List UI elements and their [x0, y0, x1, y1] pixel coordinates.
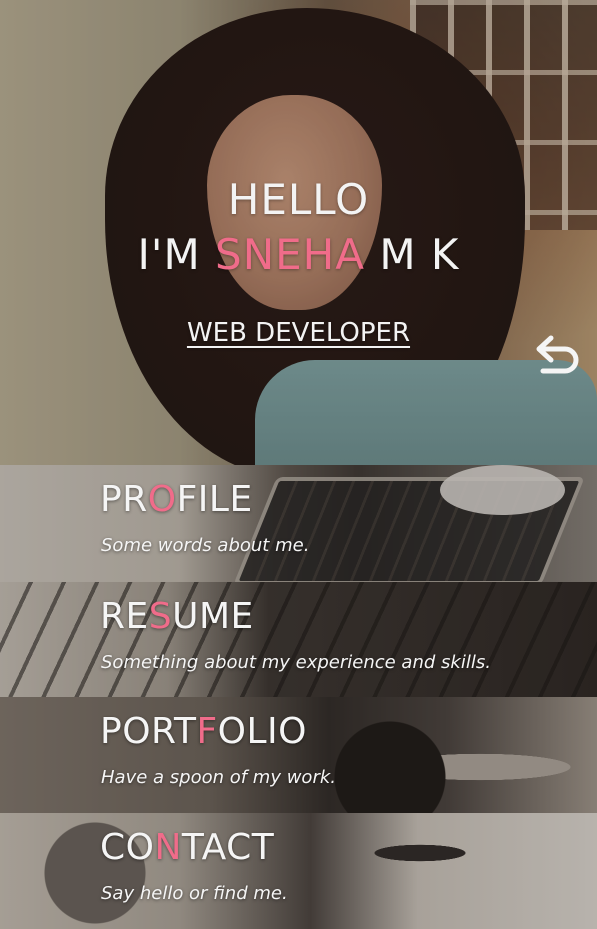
menu-item-contact[interactable]: CONTACT Say hello or find me. [0, 813, 597, 929]
menu-item-portfolio[interactable]: PORTFOLIO Have a spoon of my work. [0, 697, 597, 813]
menu-title-resume: RESUME [100, 596, 254, 637]
role-link[interactable]: WEB DEVELOPER [0, 318, 597, 348]
menu-item-profile[interactable]: PROFILE Some words about me. [0, 465, 597, 582]
title-part: UME [172, 596, 254, 637]
menu-subtitle-contact: Say hello or find me. [101, 883, 288, 904]
greeting: HELLO [227, 175, 370, 224]
title-accent: S [148, 596, 173, 637]
name-prefix: I'M [137, 230, 216, 279]
title-part: CO [100, 827, 155, 868]
title-part: PORT [100, 711, 197, 752]
profile-shade [0, 465, 597, 582]
title-part: OLIO [217, 711, 308, 752]
menu-title-portfolio: PORTFOLIO [100, 711, 307, 752]
title-accent: F [196, 711, 218, 752]
menu-subtitle-profile: Some words about me. [101, 535, 310, 556]
hero-section: HELLO I'M SNEHA M K WEB DEVELOPER [0, 0, 597, 465]
title-accent: N [154, 827, 182, 868]
title-part: TACT [181, 827, 275, 868]
menu-subtitle-portfolio: Have a spoon of my work. [101, 767, 336, 788]
menu-subtitle-resume: Something about my experience and skills… [101, 652, 491, 673]
page: HELLO I'M SNEHA M K WEB DEVELOPER PROFIL… [0, 0, 597, 929]
name-highlight: SNEHA [215, 230, 365, 279]
undo-arrow-icon[interactable] [531, 330, 583, 378]
contact-shade [0, 813, 597, 929]
title-part: PR [100, 479, 148, 520]
title-part: FILE [176, 479, 253, 520]
menu-item-resume[interactable]: RESUME Something about my experience and… [0, 582, 597, 697]
menu-title-profile: PROFILE [100, 479, 253, 520]
title-accent: O [147, 479, 177, 520]
title-part: RE [100, 596, 149, 637]
name-heading: I'M SNEHA M K [0, 230, 597, 279]
menu-title-contact: CONTACT [100, 827, 274, 868]
name-suffix: M K [364, 230, 460, 279]
resume-shade [0, 582, 597, 697]
